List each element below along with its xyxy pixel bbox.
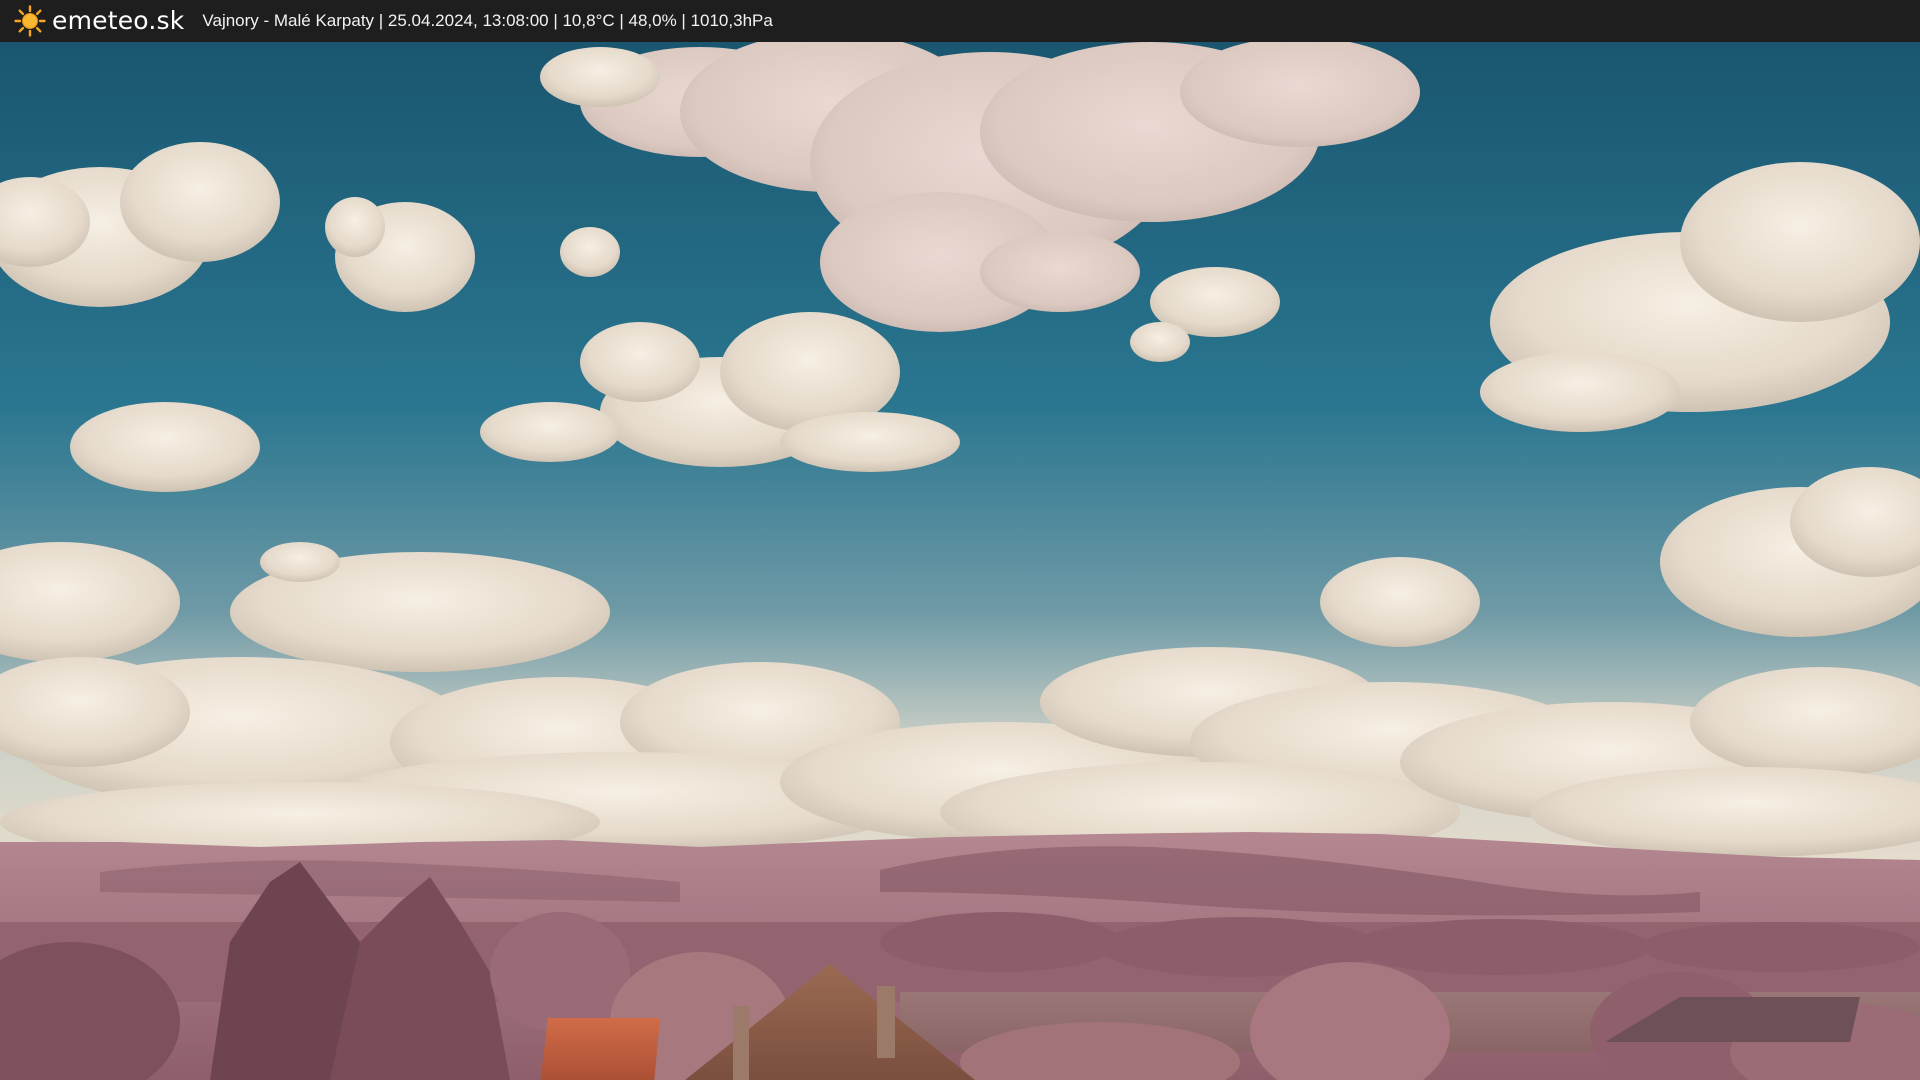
header-bar: emeteo.sk Vajnory - Malé Karpaty | 25.04… bbox=[0, 0, 1920, 42]
brand-name[interactable]: emeteo.sk bbox=[52, 6, 184, 35]
sun-icon bbox=[14, 5, 46, 37]
webcam-image bbox=[0, 42, 1920, 1080]
brand-logo[interactable]: emeteo.sk bbox=[14, 5, 184, 37]
station-readout: Vajnory - Malé Karpaty | 25.04.2024, 13:… bbox=[202, 11, 773, 30]
